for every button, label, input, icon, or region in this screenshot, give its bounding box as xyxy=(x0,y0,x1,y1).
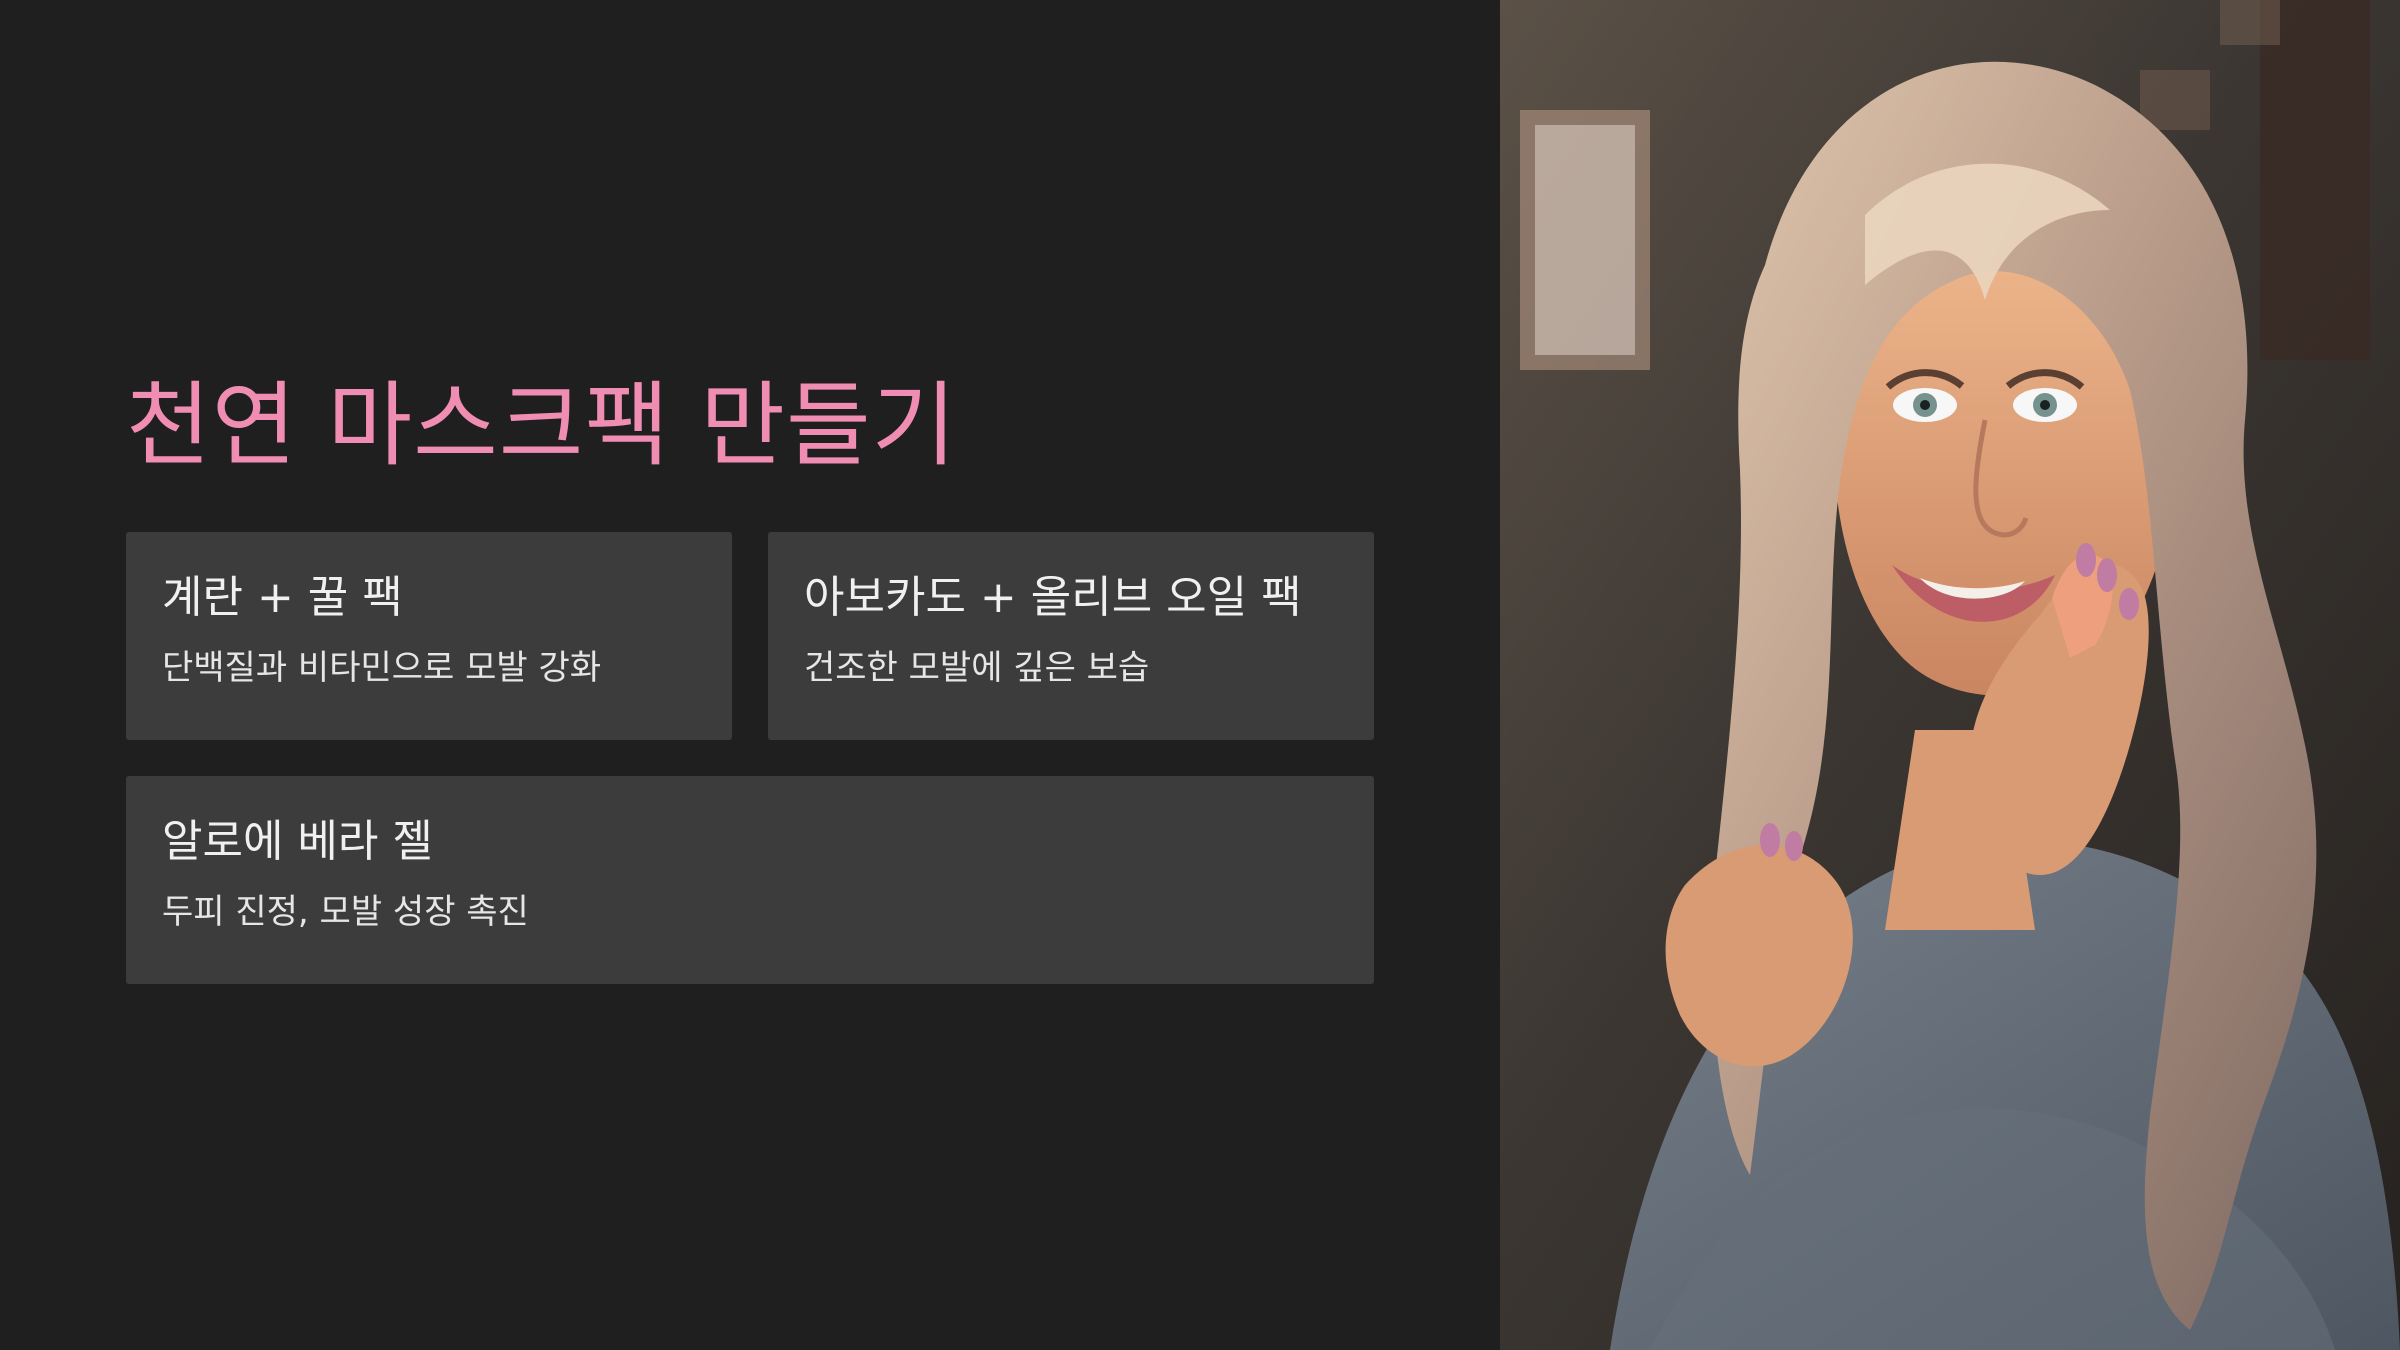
card-avocado-olive: 아보카도 + 올리브 오일 팩 건조한 모발에 깊은 보습 xyxy=(768,532,1374,740)
card-description: 단백질과 비타민으로 모발 강화 xyxy=(162,648,602,688)
card-description: 건조한 모발에 깊은 보습 xyxy=(804,648,1150,688)
portrait-illustration xyxy=(1500,0,2400,1350)
card-title: 계란 + 꿀 팩 xyxy=(162,572,403,623)
card-description: 두피 진정, 모발 성장 촉진 xyxy=(162,892,529,932)
slide-title: 천연 마스크팩 만들기 xyxy=(126,372,958,479)
slide: 천연 마스크팩 만들기 계란 + 꿀 팩 단백질과 비타민으로 모발 강화 아보… xyxy=(0,0,2400,1350)
card-title: 알로에 베라 젤 xyxy=(162,816,433,867)
card-egg-honey: 계란 + 꿀 팩 단백질과 비타민으로 모발 강화 xyxy=(126,532,732,740)
card-title: 아보카도 + 올리브 오일 팩 xyxy=(804,572,1302,623)
card-aloe-vera: 알로에 베라 젤 두피 진정, 모발 성장 촉진 xyxy=(126,776,1374,984)
content-panel: 천연 마스크팩 만들기 계란 + 꿀 팩 단백질과 비타민으로 모발 강화 아보… xyxy=(0,0,1500,1350)
woman-photo xyxy=(1500,0,2400,1350)
